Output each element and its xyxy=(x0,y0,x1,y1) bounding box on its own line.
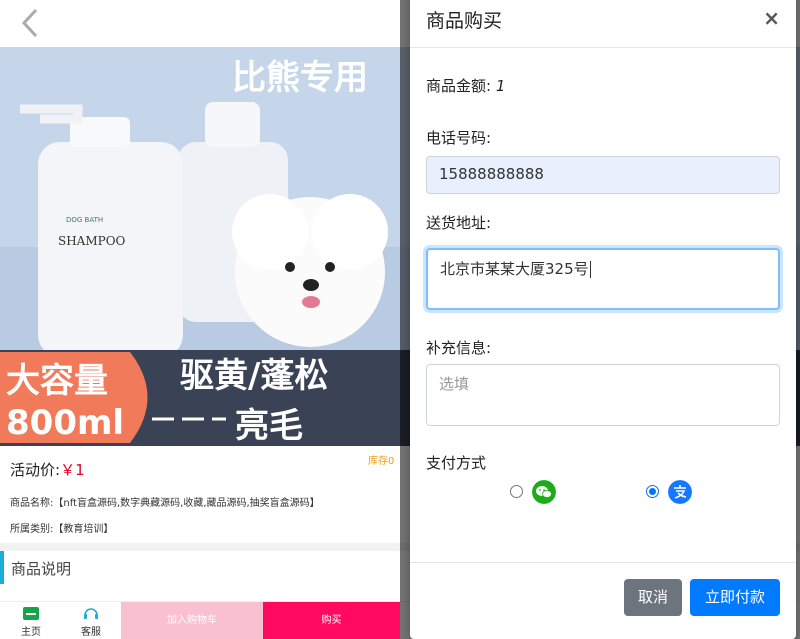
bottle-label-small: DOG BATH xyxy=(66,216,103,224)
banner-slogan1: 驱黄/蓬松 xyxy=(180,356,328,396)
amount-row: 商品金额: 1 xyxy=(426,75,505,96)
banner-top-text: 比熊专用 xyxy=(232,58,368,98)
alipay-icon xyxy=(668,480,692,504)
address-field[interactable]: 北京市某某大厦325号 xyxy=(426,248,780,310)
product-name: 商品名称:【nft盲盒源码,数字典藏源码,收藏,藏品源码,抽奖盲盒源码】 xyxy=(10,498,320,509)
back-arrow-icon[interactable] xyxy=(14,6,48,40)
purchase-modal: 商品购买 × 商品金额: 1 电话号码: 15888888888 送货地址: 北… xyxy=(410,0,796,639)
close-icon[interactable]: × xyxy=(763,6,780,30)
modal-title: 商品购买 xyxy=(426,10,503,32)
product-category: 所属类别:【教育培训】 xyxy=(10,524,114,535)
alipay-radio[interactable] xyxy=(646,485,659,498)
extra-info-field[interactable]: 选填 xyxy=(426,364,780,426)
pay-now-button[interactable]: 立即付款 xyxy=(690,579,780,616)
cancel-button[interactable]: 取消 xyxy=(624,579,682,616)
payment-method-label: 支付方式 xyxy=(426,454,487,472)
bottle-label: SHAMPOO xyxy=(58,234,126,248)
headset-icon xyxy=(84,608,98,619)
add-to-cart-button[interactable]: 加入购物车 xyxy=(121,602,263,639)
badge-line2: 800ml xyxy=(6,403,124,443)
price-row: 活动价:￥1 xyxy=(10,459,85,480)
price-label: 活动价: xyxy=(10,461,61,479)
text-caret xyxy=(589,261,591,278)
amount-value: 1 xyxy=(495,77,506,95)
tab-home[interactable]: 主页 xyxy=(12,602,50,639)
extra-info-label: 补充信息: xyxy=(426,339,492,357)
address-label: 送货地址: xyxy=(426,214,492,232)
banner-slogan2: 亮毛 xyxy=(235,406,303,446)
section-title: 商品说明 xyxy=(11,560,72,578)
tab-service[interactable]: 客服 xyxy=(72,602,110,639)
phone-field[interactable]: 15888888888 xyxy=(426,156,780,194)
price-value: ￥1 xyxy=(60,461,85,479)
modal-footer: 取消 立即付款 xyxy=(410,562,796,639)
phone-label: 电话号码: xyxy=(426,129,492,147)
amount-label: 商品金额: xyxy=(426,77,492,95)
stock-label: 库存0 xyxy=(368,456,395,467)
home-icon xyxy=(23,607,39,620)
home-label: 主页 xyxy=(21,627,41,638)
service-label: 客服 xyxy=(81,627,101,638)
wechat-radio[interactable] xyxy=(510,485,523,498)
wechat-pay-icon xyxy=(532,480,556,504)
buy-button[interactable]: 购买 xyxy=(263,602,400,639)
modal-header: 商品购买 × xyxy=(410,0,796,48)
address-value: 北京市某某大厦325号 xyxy=(440,260,589,278)
badge-line1: 大容量 xyxy=(6,361,108,401)
